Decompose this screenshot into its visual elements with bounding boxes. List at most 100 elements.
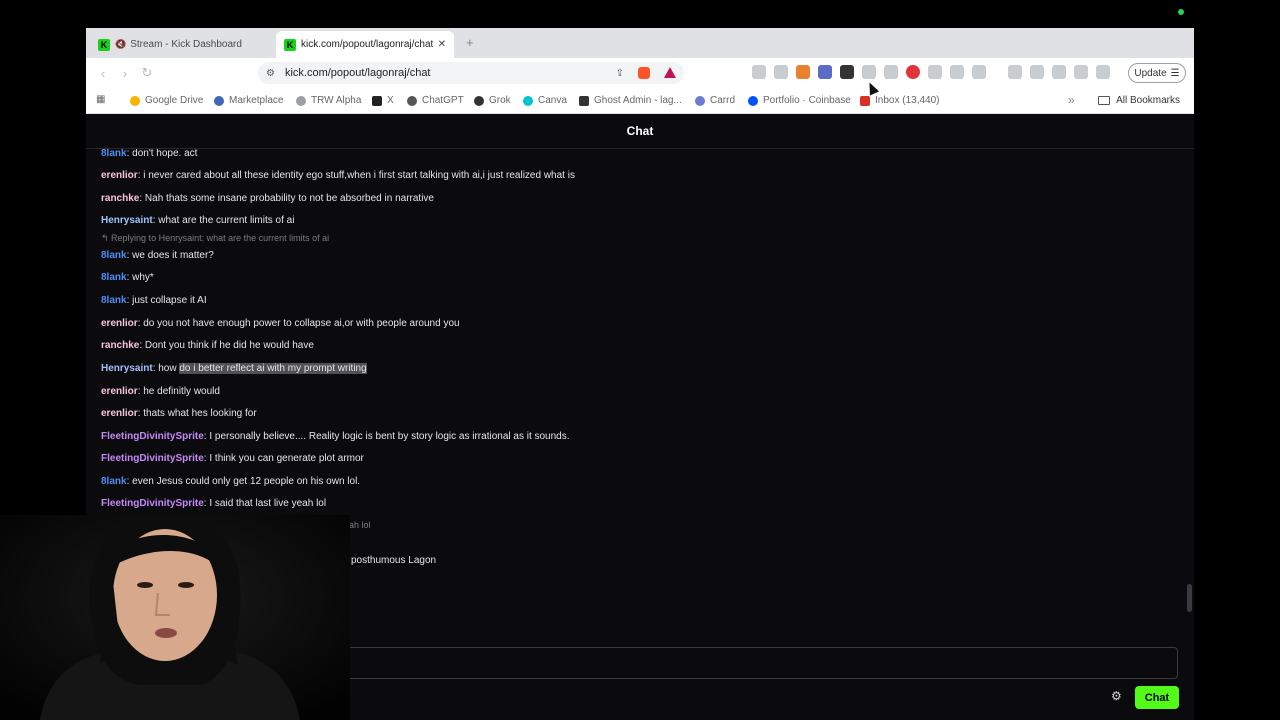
extension-icon[interactable] — [928, 65, 942, 79]
chat-message[interactable]: 8lank: we does it matter? — [101, 250, 214, 262]
address-text: kick.com/popout/lagonraj/chat — [284, 67, 431, 79]
tab-kick-dashboard[interactable]: K 🔇 Stream - Kick Dashboard — [90, 31, 274, 58]
address-bar[interactable]: ⚙ kick.com/popout/lagonraj/chat ⇪ — [258, 62, 684, 84]
reply-context[interactable]: ↰ Replying to Henrysaint: what are the c… — [101, 233, 329, 244]
chat-username[interactable]: ranchke — [101, 193, 139, 204]
chat-username[interactable]: 8lank — [101, 476, 127, 487]
bookmark-coinbase[interactable]: Portfolio · Coinbase — [748, 95, 851, 106]
sidebar-icon[interactable] — [1030, 65, 1044, 79]
chat-settings-gear-icon[interactable]: ⚙ — [1111, 689, 1122, 703]
extension-icon[interactable] — [884, 65, 898, 79]
brave-rewards-icon[interactable] — [664, 67, 676, 78]
extension-icon[interactable] — [840, 65, 854, 79]
chat-message[interactable]: Henrysaint: how do i better reflect ai w… — [101, 363, 367, 375]
close-tab-icon[interactable]: ✕ — [438, 39, 446, 50]
chat-username[interactable]: FleetingDivinitySprite — [101, 498, 204, 509]
chat-message[interactable]: FleetingDivinitySprite: I think you can … — [101, 453, 364, 465]
send-chat-button[interactable]: Chat — [1135, 686, 1179, 709]
muted-speaker-icon[interactable]: 🔇 — [115, 39, 126, 50]
chat-message[interactable]: ranchke: Dont you think if he did he wou… — [101, 340, 314, 352]
chat-message-text: : why* — [126, 272, 154, 283]
forward-icon[interactable]: › — [114, 66, 136, 81]
chat-message[interactable]: Henrysaint: what are the current limits … — [101, 215, 294, 227]
puzzle-extensions-icon[interactable] — [950, 65, 964, 79]
apps-grid-icon[interactable]: ▦ — [96, 94, 105, 105]
brave-shields-icon[interactable] — [638, 67, 650, 79]
chat-message-text: : I said that last live yeah lol — [203, 498, 327, 509]
extension-icon[interactable] — [774, 65, 788, 79]
chat-username[interactable]: Henrysaint — [101, 215, 153, 226]
chat-message[interactable]: FleetingDivinitySprite: I said that last… — [101, 498, 326, 510]
chat-message[interactable]: ranchke: Nah thats some insane probabili… — [101, 193, 434, 205]
chat-title: Chat — [626, 124, 654, 138]
chat-username[interactable]: FleetingDivinitySprite — [101, 431, 204, 442]
chat-message-text: : we does it matter? — [126, 250, 214, 261]
selected-text: do i better reflect ai with my prompt wr… — [179, 363, 367, 374]
update-button[interactable]: Update ☰ — [1128, 63, 1186, 83]
bookmark-x[interactable]: X — [372, 95, 394, 106]
wallet-icon[interactable] — [1052, 65, 1066, 79]
extension-icon[interactable] — [906, 65, 920, 79]
chat-username[interactable]: erenlior — [101, 318, 138, 329]
chat-username[interactable]: FleetingDivinitySprite — [101, 453, 204, 464]
extension-icon[interactable] — [752, 65, 766, 79]
bookmark-google-drive[interactable]: Google Drive — [130, 95, 203, 106]
chat-username[interactable]: erenlior — [101, 170, 138, 181]
chat-message[interactable]: erenlior: he definitly would — [101, 386, 220, 398]
extensions-bar — [752, 65, 1110, 79]
update-label: Update — [1134, 67, 1167, 79]
chat-username[interactable]: erenlior — [101, 386, 138, 397]
chat-username[interactable]: erenlior — [101, 408, 138, 419]
chat-message-text: : just collapse it AI — [126, 295, 207, 306]
bookmark-trw-alpha[interactable]: TRW Alpha — [296, 95, 361, 106]
extension-icon[interactable] — [818, 65, 832, 79]
chat-message-text: : I think you can generate plot armor — [203, 453, 364, 464]
bookmark-canva[interactable]: Canva — [523, 95, 567, 106]
chat-header: Chat — [86, 114, 1194, 149]
metamask-icon[interactable] — [796, 65, 810, 79]
chat-message[interactable]: 8lank: why* — [101, 272, 154, 284]
chat-username[interactable]: 8lank — [101, 149, 127, 159]
bookmark-chatgpt[interactable]: ChatGPT — [407, 95, 464, 106]
all-bookmarks-button[interactable]: All Bookmarks — [1098, 95, 1180, 106]
trw-icon — [296, 95, 306, 106]
bookmark-inbox[interactable]: Inbox (13,440) — [860, 95, 940, 106]
chat-username[interactable]: 8lank — [101, 250, 127, 261]
share-icon[interactable]: ⇪ — [616, 68, 624, 79]
vpn-icon[interactable] — [1096, 65, 1110, 79]
bookmark-marketplace[interactable]: Marketplace — [214, 95, 283, 106]
extension-icon[interactable] — [972, 65, 986, 79]
chat-username[interactable]: Henrysaint — [101, 363, 153, 374]
bookmark-grok[interactable]: Grok — [474, 95, 511, 106]
chat-message-text: : what are the current limits of ai — [152, 215, 295, 226]
chat-message[interactable]: FleetingDivinitySprite: I personally bel… — [101, 431, 570, 443]
media-icon[interactable] — [1008, 65, 1022, 79]
extension-icon[interactable] — [862, 65, 876, 79]
chat-username[interactable]: ranchke — [101, 340, 139, 351]
chat-username[interactable]: 8lank — [101, 272, 127, 283]
bookmark-carrd[interactable]: Carrd — [695, 95, 735, 106]
more-bookmarks-icon[interactable]: » — [1068, 93, 1075, 107]
chat-message-text: : even Jesus could only get 12 people on… — [126, 476, 361, 487]
coinbase-icon — [748, 95, 758, 106]
tab-strip: K 🔇 Stream - Kick Dashboard K kick.com/p… — [86, 28, 1194, 58]
chat-message[interactable]: erenlior: do you not have enough power t… — [101, 318, 460, 330]
new-tab-icon[interactable]: + — [466, 35, 474, 50]
chat-message[interactable]: 8lank: don't hope. act — [101, 149, 197, 160]
chat-username[interactable]: 8lank — [101, 295, 127, 306]
site-settings-icon[interactable]: ⚙ — [266, 68, 275, 79]
kick-favicon-icon: K — [98, 38, 110, 51]
back-icon[interactable]: ‹ — [92, 66, 114, 81]
chat-message[interactable]: erenlior: i never cared about all these … — [101, 170, 575, 182]
chat-message[interactable]: 8lank: even Jesus could only get 12 peop… — [101, 476, 360, 488]
chat-scrollbar[interactable] — [1187, 584, 1192, 612]
chat-message[interactable]: erenlior: thats what hes looking for — [101, 408, 257, 420]
chat-message[interactable]: 8lank: just collapse it AI — [101, 295, 207, 307]
tab-kick-chat[interactable]: K kick.com/popout/lagonraj/chat ✕ — [276, 31, 454, 58]
google-drive-icon — [130, 95, 140, 106]
chat-message-text: : he definitly would — [137, 386, 220, 397]
leo-ai-icon[interactable] — [1074, 65, 1088, 79]
chat-message-text: : Dont you think if he did he would have — [139, 340, 314, 351]
reload-icon[interactable]: ↻ — [136, 65, 158, 81]
bookmark-ghost-admin[interactable]: Ghost Admin - lag... — [579, 95, 682, 106]
